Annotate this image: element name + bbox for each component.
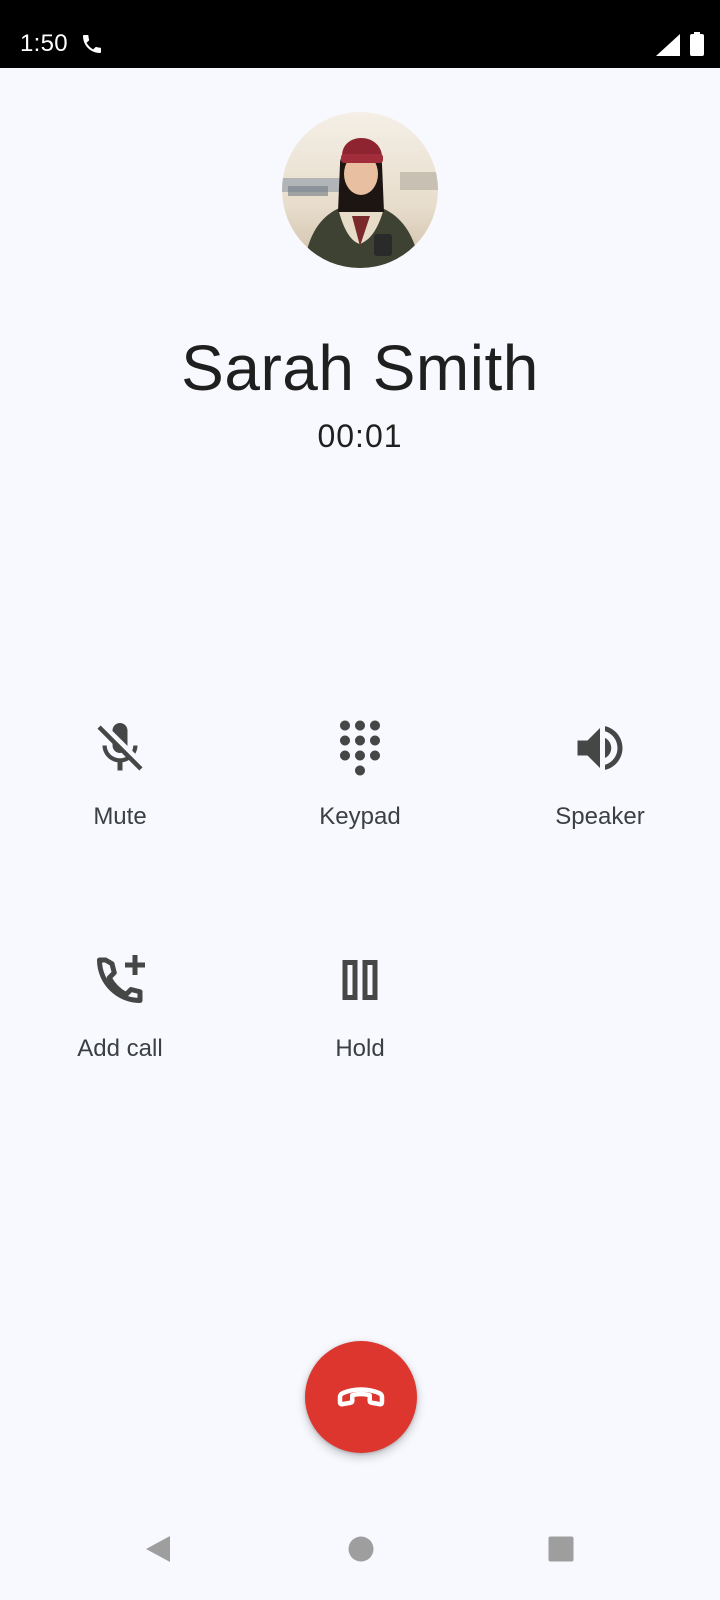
battery-icon	[690, 32, 704, 56]
back-icon[interactable]	[142, 1532, 176, 1566]
home-icon[interactable]	[348, 1536, 374, 1562]
navigation-bar	[0, 1512, 720, 1600]
add-call-label: Add call	[77, 1035, 163, 1062]
add-call-button[interactable]: Add call	[20, 932, 220, 1102]
call-end-icon	[337, 1387, 385, 1407]
status-time: 1:50	[20, 30, 68, 57]
contact-avatar	[282, 112, 438, 268]
pause-icon	[342, 960, 378, 1000]
mic-off-icon	[97, 723, 143, 771]
hold-label: Hold	[335, 1035, 385, 1062]
recents-icon[interactable]	[548, 1536, 574, 1562]
status-bar: 1:50	[0, 0, 720, 68]
speaker-label: Speaker	[555, 803, 645, 830]
volume-up-icon	[577, 726, 623, 770]
mute-label: Mute	[93, 803, 147, 830]
dialpad-icon	[340, 720, 380, 776]
mute-button[interactable]: Mute	[20, 700, 220, 870]
phone-call-icon	[83, 35, 101, 53]
end-call-button[interactable]	[305, 1341, 417, 1453]
keypad-button[interactable]: Keypad	[260, 700, 460, 870]
contact-name: Sarah Smith	[181, 332, 539, 404]
speaker-button[interactable]: Speaker	[500, 700, 700, 870]
add-call-icon	[97, 955, 145, 1003]
call-duration: 00:01	[317, 418, 403, 454]
cell-signal-icon	[656, 34, 680, 56]
keypad-label: Keypad	[319, 803, 401, 830]
hold-button[interactable]: Hold	[260, 932, 460, 1102]
